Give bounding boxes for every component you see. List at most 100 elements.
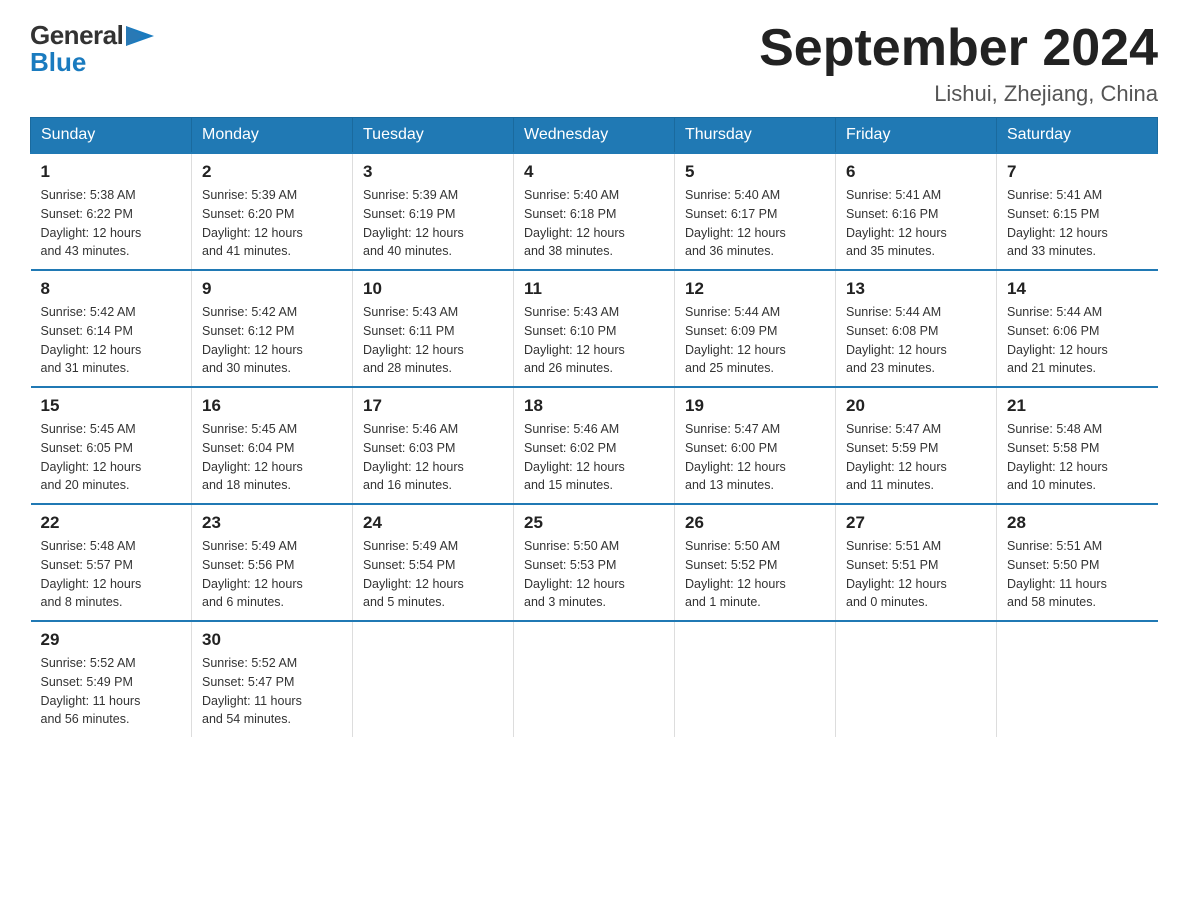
- day-info: Sunrise: 5:48 AMSunset: 5:57 PMDaylight:…: [41, 539, 142, 609]
- calendar-table: SundayMondayTuesdayWednesdayThursdayFrid…: [30, 117, 1158, 737]
- logo-blue-text: Blue: [30, 47, 86, 78]
- day-number: 9: [202, 279, 342, 299]
- calendar-day-cell: 21Sunrise: 5:48 AMSunset: 5:58 PMDayligh…: [997, 387, 1158, 504]
- calendar-day-cell: 12 Sunrise: 5:44 AMSunset: 6:09 PMDayligh…: [675, 270, 836, 387]
- day-info: Sunrise: 5:40 AMSunset: 6:17 PMDaylight:…: [685, 188, 786, 258]
- day-number: 8: [41, 279, 182, 299]
- day-number: 16: [202, 396, 342, 416]
- calendar-day-cell: 26 Sunrise: 5:50 AMSunset: 5:52 PMDayligh…: [675, 504, 836, 621]
- calendar-day-cell: 14 Sunrise: 5:44 AMSunset: 6:06 PMDayligh…: [997, 270, 1158, 387]
- day-number: 4: [524, 162, 664, 182]
- calendar-day-cell: 18 Sunrise: 5:46 AMSunset: 6:02 PMDayligh…: [514, 387, 675, 504]
- weekday-header-wednesday: Wednesday: [514, 118, 675, 154]
- calendar-day-cell: 17 Sunrise: 5:46 AMSunset: 6:03 PMDayligh…: [353, 387, 514, 504]
- day-info: Sunrise: 5:49 AMSunset: 5:54 PMDaylight:…: [363, 539, 464, 609]
- calendar-day-cell: 9 Sunrise: 5:42 AMSunset: 6:12 PMDaylight…: [192, 270, 353, 387]
- calendar-day-cell: 4 Sunrise: 5:40 AMSunset: 6:18 PMDaylight…: [514, 153, 675, 270]
- calendar-day-cell: [997, 621, 1158, 737]
- day-info: Sunrise: 5:51 AMSunset: 5:51 PMDaylight:…: [846, 539, 947, 609]
- day-info: Sunrise: 5:52 AMSunset: 5:49 PMDaylight:…: [41, 656, 141, 726]
- day-number: 30: [202, 630, 342, 650]
- weekday-header-sunday: Sunday: [31, 118, 192, 154]
- calendar-day-cell: [675, 621, 836, 737]
- calendar-day-cell: 8 Sunrise: 5:42 AMSunset: 6:14 PMDaylight…: [31, 270, 192, 387]
- day-number: 3: [363, 162, 503, 182]
- calendar-title: September 2024: [759, 20, 1158, 77]
- day-info: Sunrise: 5:50 AMSunset: 5:53 PMDaylight:…: [524, 539, 625, 609]
- calendar-day-cell: 19 Sunrise: 5:47 AMSunset: 6:00 PMDayligh…: [675, 387, 836, 504]
- day-number: 1: [41, 162, 182, 182]
- calendar-day-cell: 13Sunrise: 5:44 AMSunset: 6:08 PMDayligh…: [836, 270, 997, 387]
- day-info: Sunrise: 5:44 AMSunset: 6:06 PMDaylight:…: [1007, 305, 1108, 375]
- calendar-day-cell: 30Sunrise: 5:52 AMSunset: 5:47 PMDayligh…: [192, 621, 353, 737]
- calendar-day-cell: 28 Sunrise: 5:51 AMSunset: 5:50 PMDayligh…: [997, 504, 1158, 621]
- day-number: 10: [363, 279, 503, 299]
- calendar-day-cell: [836, 621, 997, 737]
- calendar-day-cell: 16 Sunrise: 5:45 AMSunset: 6:04 PMDayligh…: [192, 387, 353, 504]
- day-info: Sunrise: 5:51 AMSunset: 5:50 PMDaylight:…: [1007, 539, 1107, 609]
- day-number: 5: [685, 162, 825, 182]
- day-info: Sunrise: 5:47 AMSunset: 5:59 PMDaylight:…: [846, 422, 947, 492]
- day-info: Sunrise: 5:43 AMSunset: 6:11 PMDaylight:…: [363, 305, 464, 375]
- calendar-day-cell: 1 Sunrise: 5:38 AMSunset: 6:22 PMDaylight…: [31, 153, 192, 270]
- calendar-day-cell: 5 Sunrise: 5:40 AMSunset: 6:17 PMDaylight…: [675, 153, 836, 270]
- calendar-day-cell: 25 Sunrise: 5:50 AMSunset: 5:53 PMDayligh…: [514, 504, 675, 621]
- day-info: Sunrise: 5:43 AMSunset: 6:10 PMDaylight:…: [524, 305, 625, 375]
- day-info: Sunrise: 5:45 AMSunset: 6:04 PMDaylight:…: [202, 422, 303, 492]
- day-number: 28: [1007, 513, 1148, 533]
- day-number: 17: [363, 396, 503, 416]
- day-info: Sunrise: 5:39 AMSunset: 6:19 PMDaylight:…: [363, 188, 464, 258]
- calendar-day-cell: 20 Sunrise: 5:47 AMSunset: 5:59 PMDayligh…: [836, 387, 997, 504]
- logo-flag-icon: [126, 26, 154, 46]
- calendar-day-cell: 23 Sunrise: 5:49 AMSunset: 5:56 PMDayligh…: [192, 504, 353, 621]
- day-number: 12: [685, 279, 825, 299]
- week-row-3: 15 Sunrise: 5:45 AMSunset: 6:05 PMDayligh…: [31, 387, 1158, 504]
- calendar-day-cell: 22 Sunrise: 5:48 AMSunset: 5:57 PMDayligh…: [31, 504, 192, 621]
- week-row-1: 1 Sunrise: 5:38 AMSunset: 6:22 PMDaylight…: [31, 153, 1158, 270]
- day-info: Sunrise: 5:46 AMSunset: 6:03 PMDaylight:…: [363, 422, 464, 492]
- week-row-5: 29Sunrise: 5:52 AMSunset: 5:49 PMDayligh…: [31, 621, 1158, 737]
- weekday-header-tuesday: Tuesday: [353, 118, 514, 154]
- day-number: 24: [363, 513, 503, 533]
- title-block: September 2024 Lishui, Zhejiang, China: [759, 20, 1158, 107]
- day-number: 27: [846, 513, 986, 533]
- week-row-2: 8 Sunrise: 5:42 AMSunset: 6:14 PMDaylight…: [31, 270, 1158, 387]
- day-info: Sunrise: 5:50 AMSunset: 5:52 PMDaylight:…: [685, 539, 786, 609]
- day-info: Sunrise: 5:42 AMSunset: 6:14 PMDaylight:…: [41, 305, 142, 375]
- calendar-day-cell: 11 Sunrise: 5:43 AMSunset: 6:10 PMDayligh…: [514, 270, 675, 387]
- day-info: Sunrise: 5:41 AMSunset: 6:16 PMDaylight:…: [846, 188, 947, 258]
- day-info: Sunrise: 5:42 AMSunset: 6:12 PMDaylight:…: [202, 305, 303, 375]
- day-number: 11: [524, 279, 664, 299]
- day-number: 20: [846, 396, 986, 416]
- page-header: General Blue September 2024 Lishui, Zhej…: [30, 20, 1158, 107]
- day-number: 26: [685, 513, 825, 533]
- calendar-day-cell: 24 Sunrise: 5:49 AMSunset: 5:54 PMDayligh…: [353, 504, 514, 621]
- day-number: 2: [202, 162, 342, 182]
- day-number: 22: [41, 513, 182, 533]
- day-number: 13: [846, 279, 986, 299]
- calendar-day-cell: [353, 621, 514, 737]
- calendar-day-cell: 27 Sunrise: 5:51 AMSunset: 5:51 PMDayligh…: [836, 504, 997, 621]
- day-number: 14: [1007, 279, 1148, 299]
- day-info: Sunrise: 5:44 AMSunset: 6:09 PMDaylight:…: [685, 305, 786, 375]
- day-info: Sunrise: 5:45 AMSunset: 6:05 PMDaylight:…: [41, 422, 142, 492]
- day-info: Sunrise: 5:40 AMSunset: 6:18 PMDaylight:…: [524, 188, 625, 258]
- day-info: Sunrise: 5:46 AMSunset: 6:02 PMDaylight:…: [524, 422, 625, 492]
- day-number: 25: [524, 513, 664, 533]
- day-number: 18: [524, 396, 664, 416]
- day-number: 7: [1007, 162, 1148, 182]
- day-number: 23: [202, 513, 342, 533]
- week-row-4: 22 Sunrise: 5:48 AMSunset: 5:57 PMDayligh…: [31, 504, 1158, 621]
- calendar-subtitle: Lishui, Zhejiang, China: [759, 81, 1158, 107]
- day-info: Sunrise: 5:49 AMSunset: 5:56 PMDaylight:…: [202, 539, 303, 609]
- calendar-day-cell: 29Sunrise: 5:52 AMSunset: 5:49 PMDayligh…: [31, 621, 192, 737]
- calendar-day-cell: 15 Sunrise: 5:45 AMSunset: 6:05 PMDayligh…: [31, 387, 192, 504]
- day-number: 6: [846, 162, 986, 182]
- calendar-day-cell: 7Sunrise: 5:41 AMSunset: 6:15 PMDaylight…: [997, 153, 1158, 270]
- day-info: Sunrise: 5:47 AMSunset: 6:00 PMDaylight:…: [685, 422, 786, 492]
- day-number: 15: [41, 396, 182, 416]
- day-info: Sunrise: 5:38 AMSunset: 6:22 PMDaylight:…: [41, 188, 142, 258]
- calendar-day-cell: [514, 621, 675, 737]
- day-info: Sunrise: 5:48 AMSunset: 5:58 PMDaylight:…: [1007, 422, 1108, 492]
- day-number: 19: [685, 396, 825, 416]
